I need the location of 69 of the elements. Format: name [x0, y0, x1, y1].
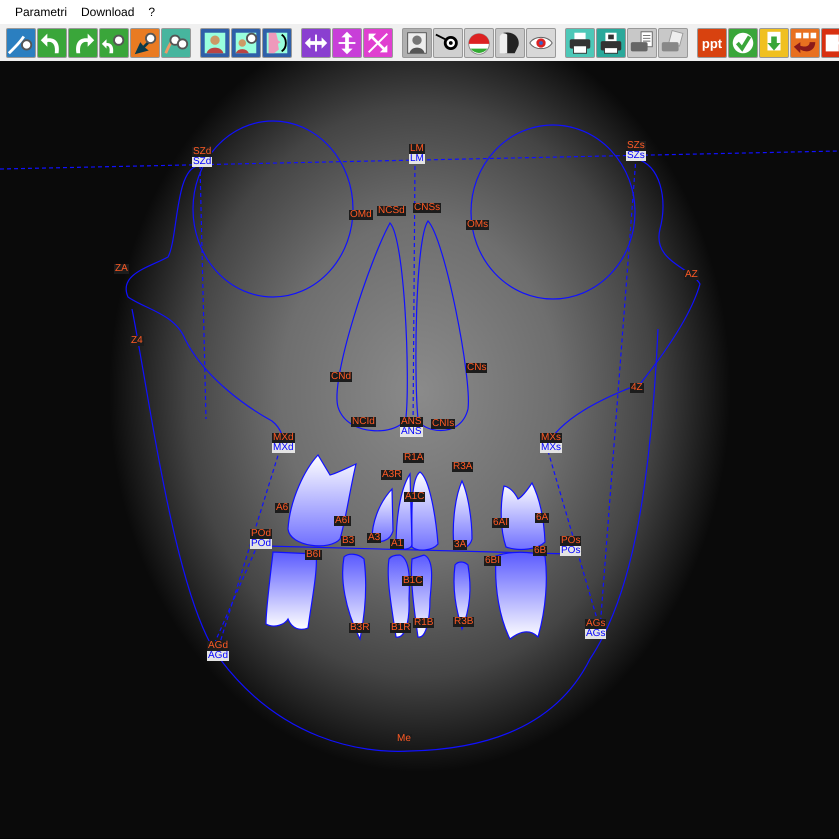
landmark-label: CNd [330, 372, 352, 382]
landmark-label: MXd [272, 443, 295, 453]
landmark-label: A3R [381, 470, 402, 480]
landmark-label: CNs [466, 363, 488, 373]
toolbar-button[interactable] [99, 28, 129, 58]
landmark-label: OMs [466, 220, 490, 230]
landmark-label: MXs [540, 433, 562, 443]
landmark-label: A6I [334, 516, 352, 526]
landmark-label: A1C [404, 492, 426, 502]
toolbar-button[interactable] [402, 28, 432, 58]
landmark-label: POs [560, 546, 582, 556]
landmark-label: B1R [390, 623, 412, 633]
landmark-label: SZs [626, 141, 646, 151]
landmark-label: B6I [305, 550, 322, 560]
landmark-label: NCSd [377, 206, 406, 216]
landmark-label: MXs [540, 443, 562, 453]
toolbar-button[interactable] [495, 28, 525, 58]
toolbar-button[interactable] [790, 28, 820, 58]
landmark-label: OMd [349, 210, 373, 220]
landmark-label: ANS [400, 417, 423, 427]
menu-item[interactable]: ? [141, 3, 162, 21]
landmark-label: 6AI [492, 518, 510, 528]
landmark-label: MXd [272, 433, 295, 443]
landmark-label: AGd [207, 641, 230, 651]
landmark-label: SZd [192, 157, 212, 167]
landmark-label: AGs [585, 619, 606, 629]
landmark-label: B3R [349, 623, 370, 633]
landmark-label: A1 [390, 539, 404, 549]
landmark-label: R3B [453, 617, 474, 627]
landmark-label: 3A [453, 540, 468, 550]
landmark-label: 4Z [630, 383, 644, 393]
landmark-label: A3 [367, 533, 382, 543]
landmark-label: SZd [192, 147, 212, 157]
landmark-label: R3A [452, 462, 474, 472]
landmark-label: Z4 [130, 336, 144, 346]
landmark-label: POs [560, 536, 582, 546]
landmark-label: B3 [341, 536, 356, 546]
landmark-label: AGd [207, 651, 230, 661]
landmark-label: SZs [626, 151, 646, 161]
landmark-label: 6B [533, 546, 548, 556]
menu-item[interactable]: Parametri [8, 3, 74, 21]
landmark-label: 6BI [484, 556, 502, 566]
landmark-label: NCId [351, 417, 376, 427]
menu-item[interactable]: Download [74, 3, 142, 21]
presentation-button[interactable]: ppt [697, 28, 727, 58]
landmark-label: LM [409, 144, 425, 154]
toolbar-button[interactable] [6, 28, 36, 58]
landmark-label: ANS [400, 427, 423, 437]
toolbar-button[interactable] [130, 28, 160, 58]
toolbar-button[interactable] [262, 28, 292, 58]
landmark-label: R1B [413, 618, 434, 628]
landmark-label: B1C [402, 576, 424, 586]
landmark-label: CNSs [413, 203, 442, 213]
landmark-label: Me [396, 734, 412, 744]
landmark-label: POd [250, 539, 272, 549]
landmark-label: LM [409, 154, 425, 164]
toolbar-button[interactable] [596, 28, 626, 58]
landmark-label: CNIs [431, 419, 456, 429]
landmark-label: AZ [684, 270, 699, 280]
toolbar-button[interactable] [231, 28, 261, 58]
toolbar-button[interactable] [433, 28, 463, 58]
landmark-label: 6A [535, 513, 550, 523]
landmark-label: POd [250, 529, 272, 539]
landmark-label: A6 [275, 503, 290, 513]
landmark-label: R1A [403, 453, 424, 463]
landmark-label: AGs [585, 629, 606, 639]
landmark-label: ZA [114, 264, 129, 274]
toolbar-button[interactable] [565, 28, 595, 58]
toolbar-button[interactable] [161, 28, 191, 58]
